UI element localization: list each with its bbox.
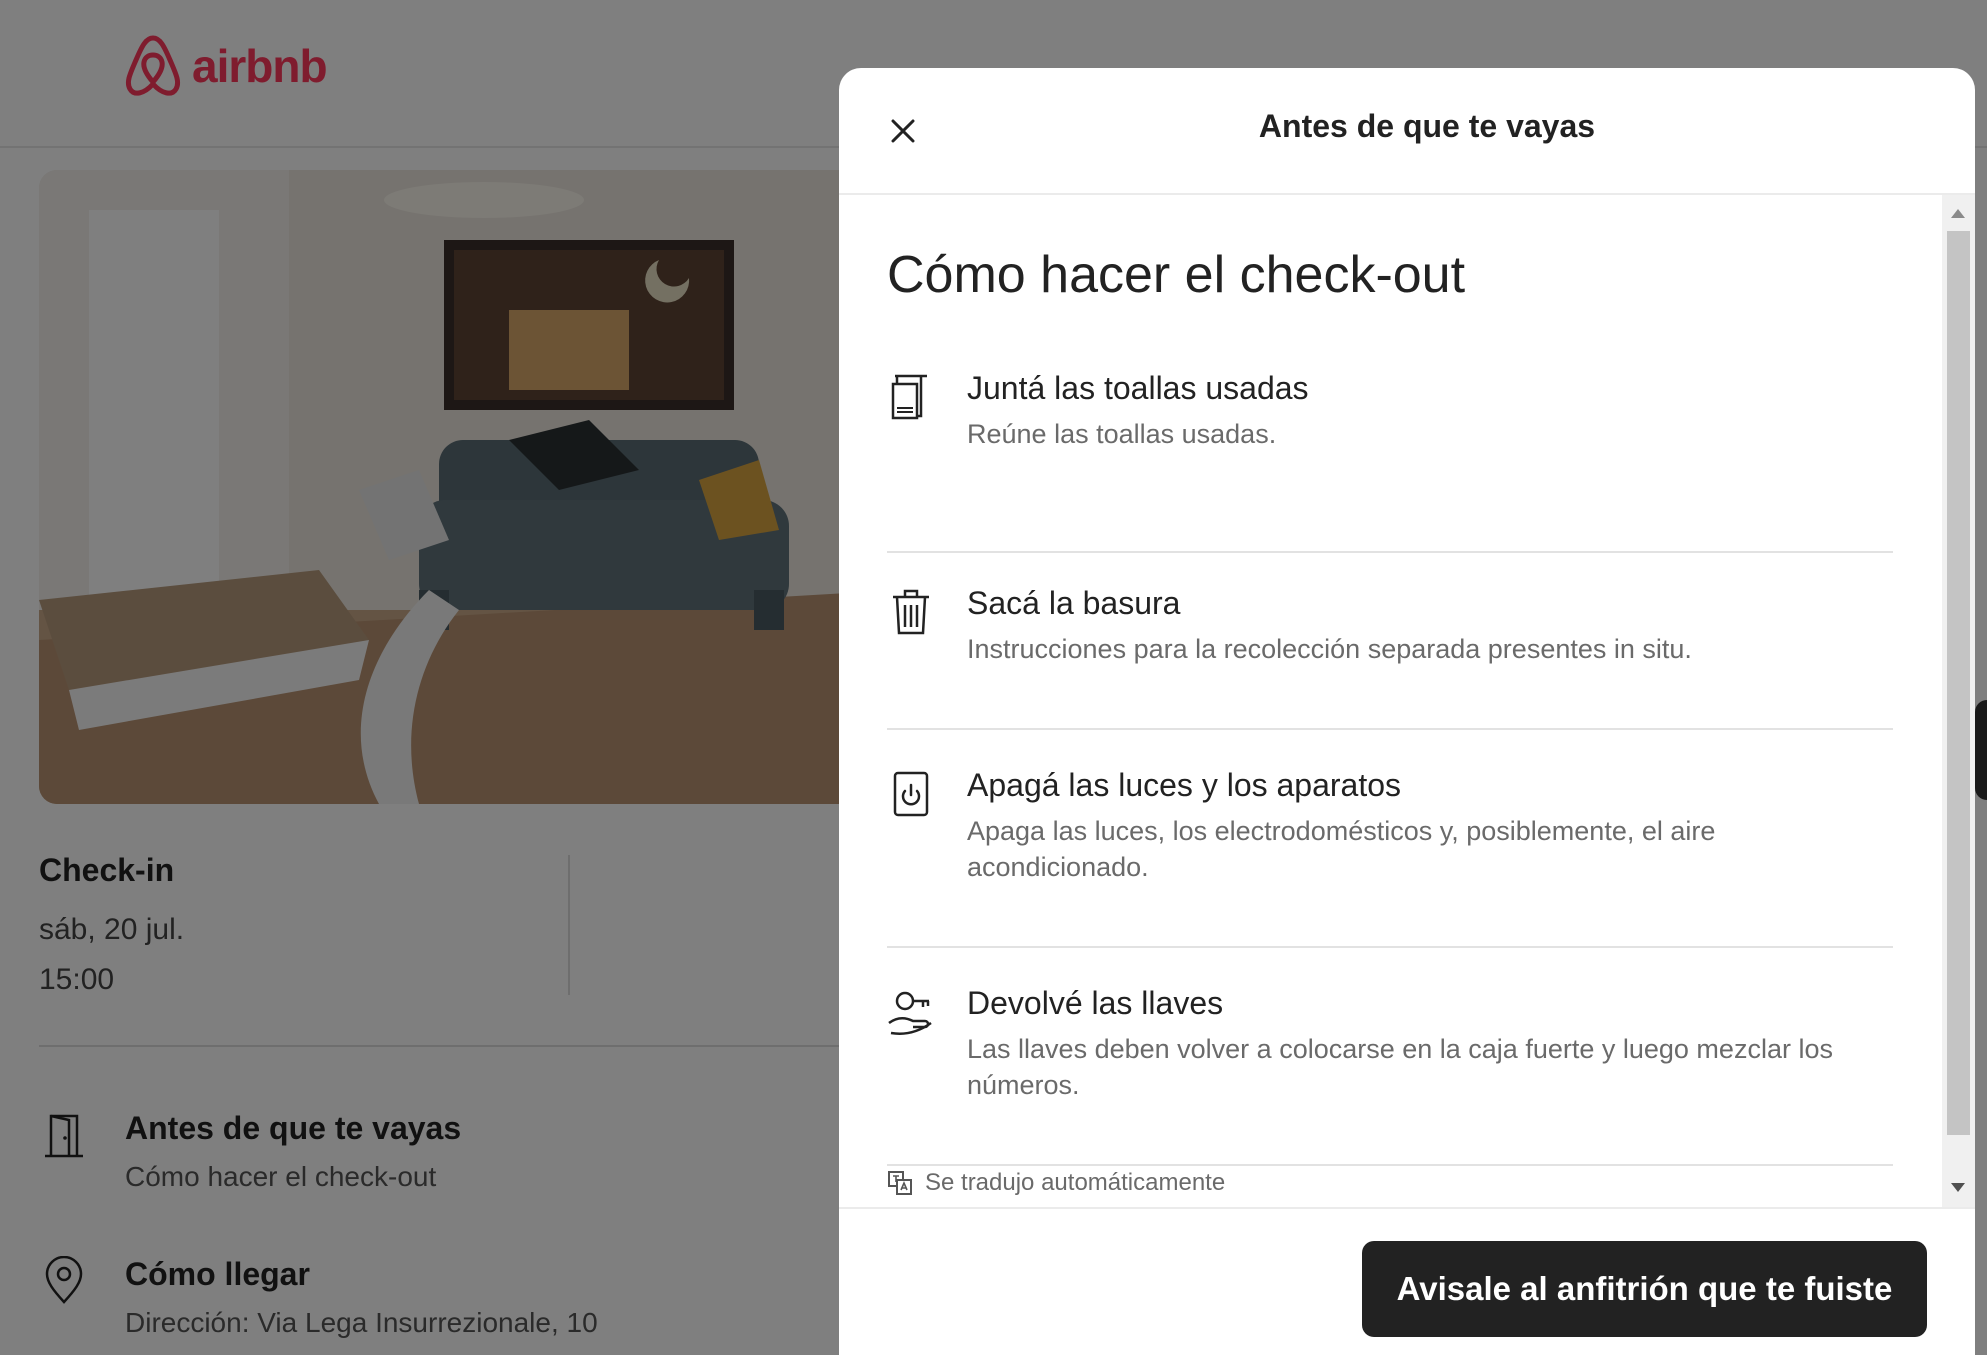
task-description: Instrucciones para la recolección separa…	[967, 634, 1692, 664]
task-title: Devolvé las llaves	[967, 985, 1224, 1021]
trash-icon	[893, 589, 929, 635]
auto-translated-note: Se tradujo automáticamente	[887, 1169, 1225, 1197]
notify-host-button[interactable]: Avisale al anfitrión que te fuiste	[1362, 1241, 1927, 1337]
checkout-modal: Antes de que te vayas Cómo hacer el chec…	[839, 68, 1975, 1355]
task-item-trash: Sacá la basura Instrucciones para la rec…	[887, 585, 1893, 730]
auto-translated-text: Se tradujo automáticamente	[925, 1169, 1226, 1196]
task-title: Apagá las luces y los aparatos	[967, 767, 1402, 803]
towel-icon	[891, 374, 927, 420]
modal-footer: Avisale al anfitrión que te fuiste	[839, 1207, 1975, 1355]
translate-icon	[888, 1171, 912, 1195]
task-description: Apaga las luces, los electrodomésticos y…	[967, 816, 1716, 882]
scrollbar[interactable]	[1942, 195, 1975, 1207]
power-icon	[893, 771, 929, 817]
checkout-heading: Cómo hacer el check-out	[887, 246, 1466, 304]
modal-header: Antes de que te vayas	[839, 68, 1975, 195]
task-description: Las llaves deben volver a colocarse en l…	[967, 1034, 1833, 1100]
modal-title: Antes de que te vayas	[1258, 108, 1596, 144]
hand-key-icon	[888, 991, 932, 1035]
task-title: Juntá las toallas usadas	[967, 370, 1309, 406]
task-item-keys: Devolvé las llaves Las llaves deben volv…	[887, 985, 1893, 1166]
task-item-towels: Juntá las toallas usadas Reúne las toall…	[887, 370, 1893, 553]
task-title: Sacá la basura	[967, 585, 1181, 621]
modal-body[interactable]: Cómo hacer el check-out Juntá las toalla…	[839, 195, 1975, 1207]
scroll-down-arrow-icon[interactable]	[1951, 1183, 1965, 1192]
task-description: Reúne las toallas usadas.	[967, 419, 1277, 449]
task-item-lights: Apagá las luces y los aparatos Apaga las…	[887, 767, 1893, 948]
scroll-up-arrow-icon[interactable]	[1951, 209, 1965, 218]
scroll-thumb[interactable]	[1947, 231, 1970, 1135]
